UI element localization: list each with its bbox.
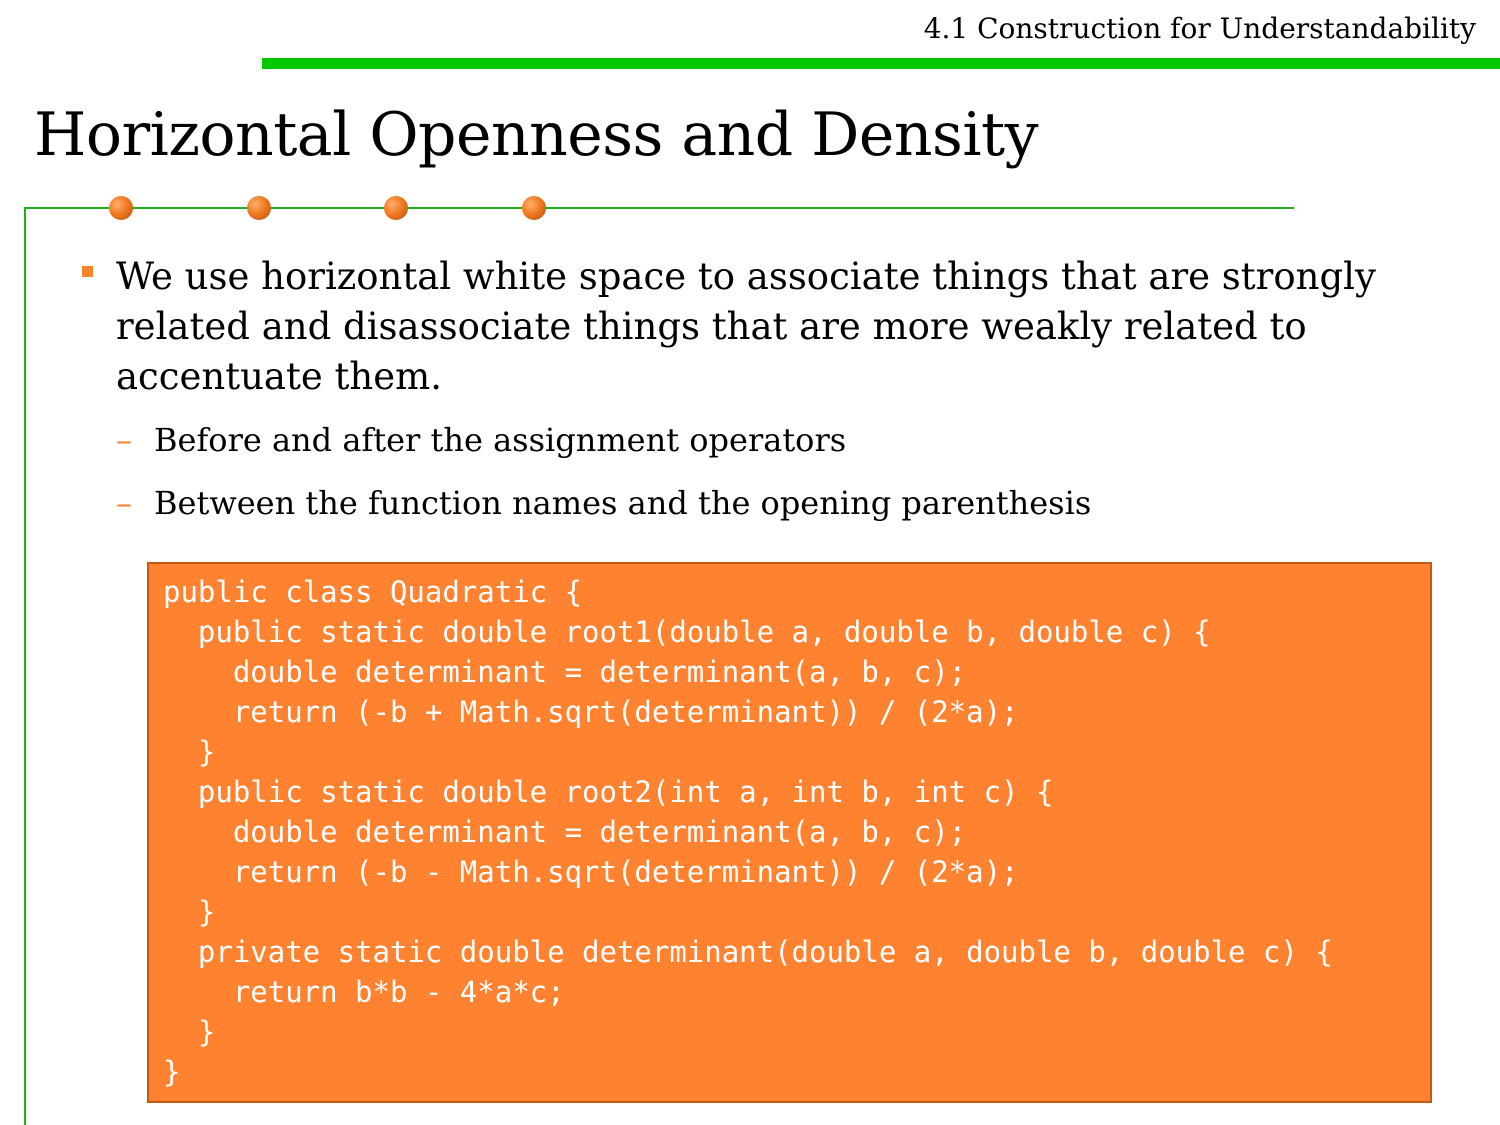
- bullet-text: We use horizontal white space to associa…: [116, 255, 1376, 398]
- code-line: private static double determinant(double…: [163, 935, 1333, 969]
- code-line: double determinant = determinant(a, b, c…: [163, 815, 967, 849]
- orange-sphere-icon: [522, 196, 546, 220]
- code-block: public class Quadratic { public static d…: [147, 562, 1432, 1103]
- header-bar: [262, 58, 1500, 69]
- title-divider: [24, 207, 1294, 209]
- code-line: public static double root1(double a, dou…: [163, 615, 1211, 649]
- orange-sphere-icon: [384, 196, 408, 220]
- dash-bullet-icon: –: [116, 484, 132, 522]
- code-line: return (-b - Math.sqrt(determinant)) / (…: [163, 855, 1019, 889]
- code-line: return b*b - 4*a*c;: [163, 975, 565, 1009]
- left-divider: [24, 207, 26, 1125]
- code-line: }: [163, 735, 216, 769]
- code-line: public class Quadratic {: [163, 575, 583, 609]
- orange-sphere-icon: [247, 196, 271, 220]
- code-line: double determinant = determinant(a, b, c…: [163, 655, 967, 689]
- code-line: return (-b + Math.sqrt(determinant)) / (…: [163, 695, 1019, 729]
- square-bullet-icon: [82, 266, 93, 277]
- orange-sphere-icon: [109, 196, 133, 220]
- slide-title: Horizontal Openness and Density: [34, 100, 1039, 170]
- bullet-item: We use horizontal white space to associa…: [82, 252, 1412, 402]
- code-line: }: [163, 1055, 181, 1089]
- sub-item: – Before and after the assignment operato…: [116, 421, 846, 459]
- code-line: }: [163, 1015, 216, 1049]
- section-title: 4.1 Construction for Understandability: [923, 12, 1476, 45]
- code-line: }: [163, 895, 216, 929]
- sub-item-text: Between the function names and the openi…: [154, 484, 1092, 522]
- dash-bullet-icon: –: [116, 421, 132, 459]
- sub-item-text: Before and after the assignment operator…: [154, 421, 847, 459]
- code-line: public static double root2(int a, int b,…: [163, 775, 1054, 809]
- sub-item: – Between the function names and the open…: [116, 484, 1091, 522]
